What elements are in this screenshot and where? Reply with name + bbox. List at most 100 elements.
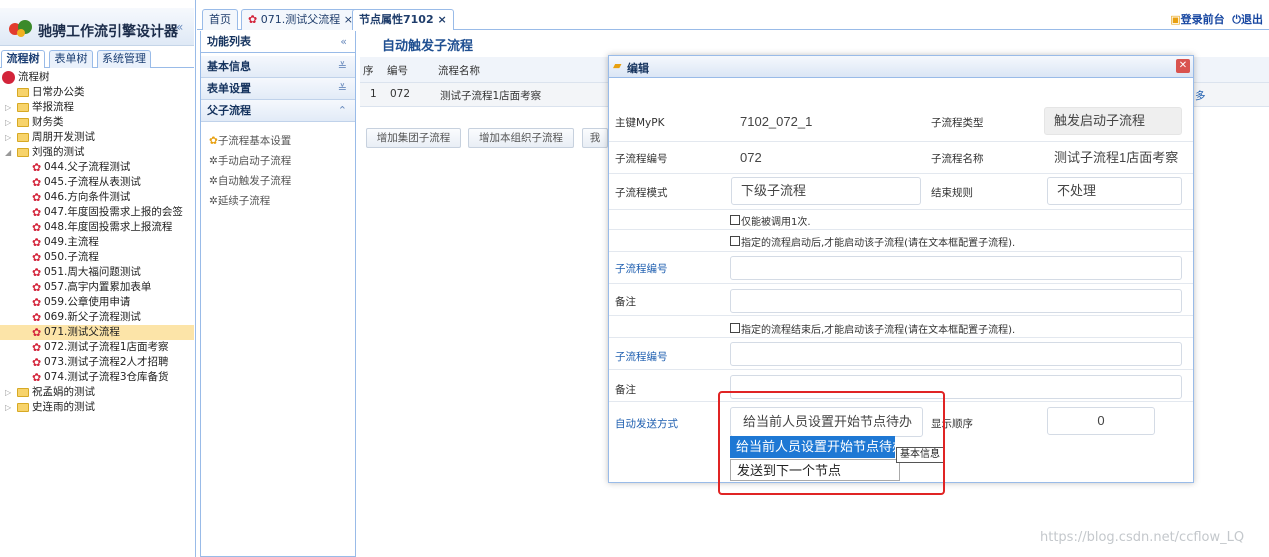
flow-gear-icon: ✿ xyxy=(32,356,42,369)
menu-subflow-basic[interactable]: ✿子流程基本设置 xyxy=(209,132,291,150)
tree-item-label: 051.周大福问题测试 xyxy=(44,266,141,278)
tab-form-tree[interactable]: 表单树 xyxy=(49,50,93,68)
tab-node-props[interactable]: 节点属性7102 × xyxy=(352,9,454,30)
tree-item-label: 072.测试子流程1店面考察 xyxy=(44,341,169,353)
no-label: 子流程编号 xyxy=(615,153,668,165)
tree-item-folder[interactable]: ◢ 刘强的测试 xyxy=(0,145,194,160)
chevron-down-icon: ≚ xyxy=(337,60,347,73)
watermark: https://blog.csdn.net/ccflow_LQ xyxy=(1040,530,1245,545)
close-icon[interactable]: × xyxy=(437,13,446,26)
menu-continue-subflow[interactable]: ✲延续子流程 xyxy=(209,192,270,210)
section-parent-child[interactable]: 父子流程 ⌃ xyxy=(201,100,355,122)
section-parent-label: 父子流程 xyxy=(207,104,251,117)
tree-item-folder[interactable]: ▷ 祝孟娟的测试 xyxy=(0,385,194,400)
flow-gear-icon: ✿ xyxy=(32,251,42,264)
section-form[interactable]: 表单设置 ≚ xyxy=(201,78,355,100)
tree-item-flow[interactable]: ✿ 050.子流程 xyxy=(0,250,194,265)
collapsed-arrow-icon[interactable]: ▷ xyxy=(5,400,13,415)
root-icon xyxy=(2,71,15,84)
app-logo-bar: 驰骋工作流引擎设计器 « xyxy=(0,8,194,46)
subflow-type-field[interactable]: 触发启动子流程 xyxy=(1044,107,1182,135)
row-pk: 主键MyPK 7102_072_1 子流程类型 触发启动子流程 xyxy=(609,102,1193,142)
only-once-checkbox[interactable] xyxy=(730,215,740,225)
tab-home[interactable]: 首页 xyxy=(202,9,238,30)
tree-item-flow[interactable]: ✿ 048.年度固投需求上报流程 xyxy=(0,220,194,235)
more-link[interactable]: 多 xyxy=(1195,88,1206,103)
tree-item-flow[interactable]: ✿ 046.方向条件测试 xyxy=(0,190,194,205)
left-panel: 驰骋工作流引擎设计器 « 流程树 表单树 系统管理 流程树 日常办公类 ▷ 举报流程 ▷… xyxy=(0,0,196,557)
order-input[interactable]: 0 xyxy=(1047,407,1155,435)
tree-item-flow[interactable]: ✿ 057.高宇内置累加表单 xyxy=(0,280,194,295)
logout-link[interactable]: 退出 xyxy=(1241,13,1263,26)
menu-label: 自动触发子流程 xyxy=(217,175,292,187)
add-group-subflow-button[interactable]: 增加集团子流程 xyxy=(366,128,461,148)
expanded-arrow-icon[interactable]: ◢ xyxy=(5,145,13,160)
menu-label: 延续子流程 xyxy=(217,195,271,207)
start-after-checkbox[interactable] xyxy=(730,236,740,246)
menu-manual-start[interactable]: ✲手动启动子流程 xyxy=(209,152,291,170)
folder-icon xyxy=(17,133,29,142)
dialog-header: ▰ 编辑 ✕ xyxy=(609,56,1193,78)
sub-no-input[interactable] xyxy=(730,256,1182,280)
start-after-text: 指定的流程启动后,才能启动该子流程(请在文本框配置子流程). xyxy=(741,238,1016,249)
menu-label: 手动启动子流程 xyxy=(217,155,292,167)
collapsed-arrow-icon[interactable]: ▷ xyxy=(5,130,13,145)
function-panel: 功能列表 « 基本信息 ≚ 表单设置 ≚ 父子流程 ⌃ ✿子流程基本设置 ✲手动启动子流… xyxy=(200,31,356,557)
tree-item-label: 史连雨的测试 xyxy=(32,401,95,413)
folder-icon xyxy=(17,88,29,97)
tree-item-label: 073.测试子流程2人才招聘 xyxy=(44,356,169,368)
subflow-no-field[interactable]: 072 xyxy=(730,144,923,172)
tree-item-flow[interactable]: ✿ 051.周大福问题测试 xyxy=(0,265,194,280)
collapse-left-icon[interactable]: « xyxy=(176,20,183,34)
folder-icon xyxy=(17,388,29,397)
tree-item-label: 044.父子流程测试 xyxy=(44,161,131,173)
tree-item-flow[interactable]: ✿ 074.测试子流程3仓库备货 xyxy=(0,370,194,385)
tree-item-flow[interactable]: ✿ 047.年度固投需求上报的会签 xyxy=(0,205,194,220)
tree-item-flow[interactable]: ✿ 073.测试子流程2人才招聘 xyxy=(0,355,194,370)
add-org-subflow-button[interactable]: 增加本组织子流程 xyxy=(468,128,574,148)
tab-flow-tree[interactable]: 流程树 xyxy=(1,50,45,68)
sub-no-label: 子流程编号 xyxy=(615,351,668,363)
collapsed-arrow-icon[interactable]: ▷ xyxy=(5,100,13,115)
close-icon[interactable]: ✕ xyxy=(1176,59,1190,73)
tree-item-folder[interactable]: ▷ 举报流程 xyxy=(0,100,194,115)
flow-gear-icon: ✿ xyxy=(32,326,42,339)
note-input[interactable] xyxy=(730,289,1182,313)
flow-gear-icon: ✿ xyxy=(32,236,42,249)
tree-item-flow[interactable]: ✿ 071.测试父流程 xyxy=(0,325,194,340)
gear-icon: ✲ xyxy=(209,175,218,187)
tab-system-admin[interactable]: 系统管理 xyxy=(97,50,151,68)
tree-item-flow[interactable]: ✿ 072.测试子流程1店面考察 xyxy=(0,340,194,355)
subflow-name-field[interactable]: 测试子流程1店面考察 xyxy=(1044,144,1184,172)
end-rule-label: 结束规则 xyxy=(931,187,973,199)
tree-item-folder[interactable]: ▷ 史连雨的测试 xyxy=(0,400,194,415)
login-link[interactable]: 登录前台 xyxy=(1181,13,1225,26)
top-links: ▣登录前台 ⏻退出 xyxy=(1170,11,1263,27)
collapse-icon[interactable]: « xyxy=(340,31,347,53)
tree-item-folder[interactable]: 日常办公类 xyxy=(0,85,194,100)
tree-item-flow[interactable]: ✿ 044.父子流程测试 xyxy=(0,160,194,175)
tree-item-flow[interactable]: ✿ 049.主流程 xyxy=(0,235,194,250)
start-on-end-checkbox[interactable] xyxy=(730,323,740,333)
tree-item-label: 049.主流程 xyxy=(44,236,99,248)
row-no: 子流程编号 072 子流程名称 测试子流程1店面考察 xyxy=(609,142,1193,174)
more-button[interactable]: 我 xyxy=(582,128,608,148)
collapsed-arrow-icon[interactable]: ▷ xyxy=(5,385,13,400)
tree-item-folder[interactable]: ▷ 周朋开发测试 xyxy=(0,130,194,145)
section-basic-label: 基本信息 xyxy=(207,60,251,73)
tree-item-flow[interactable]: ✿ 059.公章使用申请 xyxy=(0,295,194,310)
tree-item-folder[interactable]: ▷ 财务类 xyxy=(0,115,194,130)
section-basic[interactable]: 基本信息 ≚ xyxy=(201,56,355,78)
collapsed-arrow-icon[interactable]: ▷ xyxy=(5,115,13,130)
tree-item-folder[interactable]: 流程树 xyxy=(0,70,194,85)
menu-auto-trigger[interactable]: ✲自动触发子流程 xyxy=(209,172,291,190)
pk-field[interactable]: 7102_072_1 xyxy=(730,108,923,136)
tree-item-flow[interactable]: ✿ 045.子流程从表测试 xyxy=(0,175,194,190)
tree-item-label: 045.子流程从表测试 xyxy=(44,176,141,188)
highlight-box xyxy=(718,391,945,495)
tab-flow[interactable]: ✿ 071.测试父流程 × xyxy=(241,9,360,30)
tree-item-flow[interactable]: ✿ 069.新父子流程测试 xyxy=(0,310,194,325)
end-rule-select[interactable]: 不处理 xyxy=(1047,177,1182,205)
subflow-mode-select[interactable]: 下级子流程 xyxy=(731,177,921,205)
sub-no-input[interactable] xyxy=(730,342,1182,366)
